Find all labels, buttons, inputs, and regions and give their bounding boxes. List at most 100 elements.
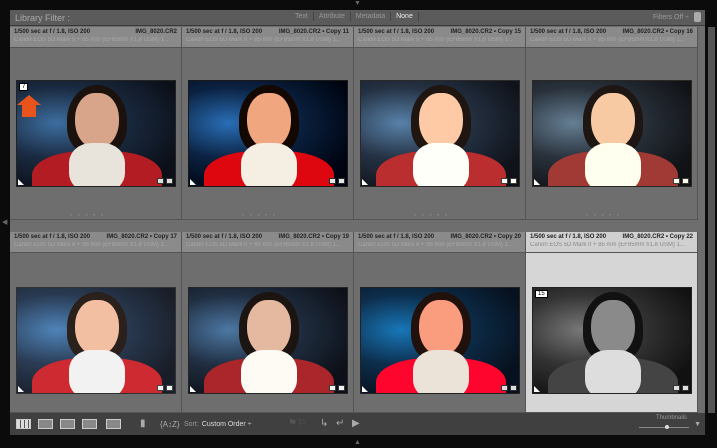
spray-can-icon[interactable]: ▮ (140, 418, 146, 429)
camera-info: Canon EOS 5D Mark II + 85 mm (EF85mm f/1… (358, 37, 513, 43)
camera-info: Canon EOS 5D Mark II + 85 mm (EF85mm f/1… (14, 242, 169, 248)
virtual-copy-corner-icon (18, 386, 24, 392)
portrait-scarf (413, 350, 469, 393)
grid-view-button[interactable] (16, 419, 31, 429)
sort-dropdown[interactable]: Custom Order ÷ (202, 421, 252, 428)
rotate-right-icon[interactable]: ↵ (336, 418, 344, 429)
grid-cell[interactable]: 1/500 sec at f / 1.8, ISO 200 IMG_8020.CR… (526, 27, 698, 220)
photo-thumbnail[interactable]: 15 (532, 287, 692, 394)
star-rating[interactable]: • • • • • (586, 213, 621, 219)
develop-adjusted-badge-icon[interactable] (682, 385, 689, 391)
photo-thumbnail[interactable] (16, 287, 176, 394)
metadata-badge-icon[interactable] (157, 178, 164, 184)
sort-direction-icon[interactable]: {A↕Z} (160, 420, 180, 429)
grid-cell[interactable]: 1/500 sec at f / 1.8, ISO 200 IMG_8020.CR… (10, 232, 182, 413)
camera-info: Canon EOS 5D Mark II + 85 mm (EF85mm f/1… (530, 37, 685, 43)
file-name: IMG_8020.CR2 (135, 29, 177, 35)
camera-info: Canon EOS 5D Mark II + 85 mm (EF85mm f/1… (186, 242, 341, 248)
develop-adjusted-badge-icon[interactable] (166, 385, 173, 391)
develop-adjusted-badge-icon[interactable] (338, 178, 345, 184)
photo-thumbnail[interactable] (188, 80, 348, 187)
file-name: IMG_8020.CR2 • Copy 19 (278, 234, 349, 240)
photo-thumbnail[interactable]: 7 (16, 80, 176, 187)
portrait-face (419, 93, 463, 149)
filter-tab-text[interactable]: Text (290, 12, 314, 21)
library-grid-panel: Library Filter : Text Attribute Metadata… (10, 10, 715, 413)
grid-cell[interactable]: 1/500 sec at f / 1.8, ISO 200 IMG_8020.CR… (182, 232, 354, 413)
star-rating[interactable]: • • • • • (414, 213, 449, 219)
survey-view-button[interactable] (82, 419, 97, 429)
virtual-copy-corner-icon (18, 179, 24, 185)
bottom-toolbar: ▮ {A↕Z} Sort: Custom Order ÷ ⚑⚐ ↳ ↵ ▶ Thu… (10, 413, 705, 435)
metadata-badge-icon[interactable] (501, 385, 508, 391)
grid-cell[interactable]: 1/500 sec at f / 1.8, ISO 200 IMG_8020.CR… (526, 232, 698, 413)
grid-cell[interactable]: 1/500 sec at f / 1.8, ISO 200 IMG_8020.CR… (354, 27, 526, 220)
portrait-face (75, 93, 119, 149)
metadata-badge-icon[interactable] (329, 385, 336, 391)
top-panel-toggle-icon[interactable]: ▼ (354, 0, 361, 7)
exposure-info: 1/500 sec at f / 1.8, ISO 200 (530, 29, 607, 35)
lock-icon[interactable] (694, 12, 701, 22)
left-panel-toggle-icon[interactable]: ◀ (2, 218, 7, 226)
metadata-badge-icon[interactable] (673, 178, 680, 184)
library-filter-title: Library Filter : (15, 13, 71, 23)
file-name: IMG_8020.CR2 • Copy 17 (106, 234, 177, 240)
grid-cell[interactable]: 1/500 sec at f / 1.8, ISO 200 IMG_8020.CR… (10, 27, 182, 220)
metadata-badge-icon[interactable] (157, 385, 164, 391)
filter-tab-metadata[interactable]: Metadata (351, 12, 392, 21)
compare-view-button[interactable] (60, 419, 75, 429)
loupe-view-button[interactable] (38, 419, 53, 429)
file-name: IMG_8020.CR2 • Copy 16 (622, 29, 693, 35)
grid-cell[interactable]: 1/500 sec at f / 1.8, ISO 200 IMG_8020.CR… (182, 27, 354, 220)
virtual-copy-corner-icon (362, 386, 368, 392)
portrait-scarf (69, 143, 125, 186)
thumbnail-slider-knob[interactable] (664, 425, 669, 429)
star-rating[interactable]: • • • • • (242, 213, 277, 219)
filter-tab-none[interactable]: None (391, 12, 419, 21)
develop-adjusted-badge-icon[interactable] (166, 178, 173, 184)
develop-adjusted-badge-icon[interactable] (510, 385, 517, 391)
cell-metadata-header: 1/500 sec at f / 1.8, ISO 200 IMG_8020.CR… (526, 27, 697, 48)
cell-metadata-header: 1/500 sec at f / 1.8, ISO 200 IMG_8020.CR… (182, 232, 353, 253)
metadata-badge-icon[interactable] (673, 385, 680, 391)
develop-adjusted-badge-icon[interactable] (510, 178, 517, 184)
cell-metadata-header: 1/500 sec at f / 1.8, ISO 200 IMG_8020.CR… (10, 27, 181, 48)
cell-index-number: 7 (19, 83, 29, 91)
develop-adjusted-badge-icon[interactable] (338, 385, 345, 391)
cell-metadata-header: 1/500 sec at f / 1.8, ISO 200 IMG_8020.CR… (10, 232, 181, 253)
cell-metadata-header: 1/500 sec at f / 1.8, ISO 200 IMG_8020.CR… (354, 232, 525, 253)
portrait-face (591, 300, 635, 356)
rotate-left-icon[interactable]: ↳ (320, 418, 328, 429)
bottom-panel-toggle-icon[interactable]: ▲ (354, 439, 361, 446)
metadata-badge-icon[interactable] (501, 178, 508, 184)
file-name: IMG_8020.CR2 • Copy 22 (622, 234, 693, 240)
toolbar-menu-chevron-icon[interactable]: ▼ (694, 421, 701, 428)
grid-cell[interactable]: 1/500 sec at f / 1.8, ISO 200 IMG_8020.CR… (354, 232, 526, 413)
star-rating[interactable]: • • • • • (70, 213, 105, 219)
library-filter-bar: Library Filter : Text Attribute Metadata… (10, 10, 705, 26)
photo-thumbnail[interactable] (532, 80, 692, 187)
thumbnail-size-slider[interactable] (639, 425, 689, 429)
slideshow-play-icon[interactable]: ▶ (352, 418, 360, 429)
people-view-button[interactable] (106, 419, 121, 429)
cell-metadata-header: 1/500 sec at f / 1.8, ISO 200 IMG_8020.CR… (354, 27, 525, 48)
virtual-copy-corner-icon (190, 179, 196, 185)
portrait-scarf (241, 350, 297, 393)
grid-scrollbar[interactable] (708, 27, 715, 413)
file-name: IMG_8020.CR2 • Copy 11 (278, 29, 349, 35)
metadata-badge-icon[interactable] (329, 178, 336, 184)
portrait-face (247, 93, 291, 149)
photo-thumbnail[interactable] (360, 287, 520, 394)
filter-tab-attribute[interactable]: Attribute (314, 12, 351, 21)
thumbnails-label: Thumbnails (655, 415, 687, 421)
portrait-face (419, 300, 463, 356)
develop-adjusted-badge-icon[interactable] (682, 178, 689, 184)
sort-label: Sort: (184, 421, 199, 428)
flag-icon[interactable]: ⚑⚐ (288, 418, 306, 429)
photo-thumbnail[interactable] (360, 80, 520, 187)
photo-thumbnail[interactable] (188, 287, 348, 394)
exposure-info: 1/500 sec at f / 1.8, ISO 200 (358, 29, 435, 35)
file-name: IMG_8020.CR2 • Copy 15 (450, 29, 521, 35)
filters-off-dropdown[interactable]: Filters Off ÷ (653, 14, 689, 21)
virtual-copy-corner-icon (534, 386, 540, 392)
